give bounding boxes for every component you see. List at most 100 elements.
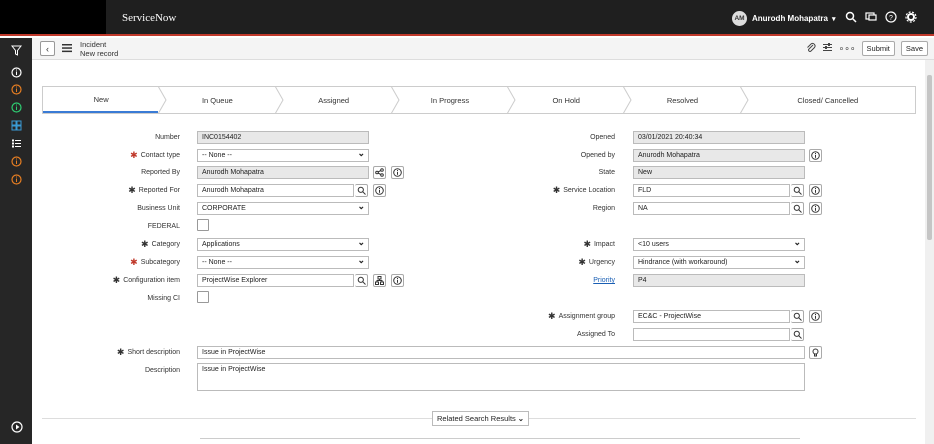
bottom-divider <box>200 438 800 439</box>
assigned-to-field[interactable] <box>633 328 790 341</box>
play-icon[interactable] <box>10 420 23 433</box>
flow-step-resolved: Resolved <box>624 86 749 114</box>
scrollbar-thumb[interactable] <box>927 75 932 240</box>
assignment-group-field[interactable]: EC&C - ProjectWise <box>633 310 790 323</box>
opened-by-field[interactable]: Anurodh Mohapatra <box>633 149 805 162</box>
configuration-item-label: ✱ Configuration item <box>112 275 180 285</box>
user-menu[interactable]: AM Anurodh Mohapatra ▾ <box>732 11 836 26</box>
assignment-group-search-icon[interactable] <box>791 310 804 323</box>
state-label: State <box>598 169 615 176</box>
subcategory-select[interactable]: -- None -- <box>197 255 369 269</box>
flow-step-on-hold: On Hold <box>508 86 632 114</box>
top-bar: ServiceNow AM Anurodh Mohapatra ▾ ? <box>0 0 934 36</box>
short-description-label: ✱ Short description <box>116 347 180 357</box>
info-icon-orange-2[interactable] <box>10 155 23 168</box>
opened-field[interactable]: 03/01/2021 20:40:34 <box>633 131 805 144</box>
flow-step-closed: Closed/ Cancelled <box>797 95 859 105</box>
service-location-field[interactable]: FLD <box>633 184 790 197</box>
left-navigation <box>0 38 32 444</box>
impact-select[interactable]: <10 users <box>633 237 805 251</box>
process-flow: New In Queue Assigned In Progress On Hol… <box>42 86 916 114</box>
svg-text:?: ? <box>889 15 893 22</box>
assigned-to-label: Assigned To <box>576 331 615 338</box>
service-location-info-icon[interactable] <box>809 184 822 197</box>
missing-ci-checkbox[interactable] <box>197 291 209 303</box>
logo-area <box>0 0 106 34</box>
reported-by-info-icon[interactable] <box>391 166 404 179</box>
info-icon-orange-3[interactable] <box>10 173 23 186</box>
chevron-down-icon: ▾ <box>832 15 836 23</box>
configuration-item-info-icon[interactable] <box>391 274 404 287</box>
filter-icon[interactable] <box>10 44 23 57</box>
priority-label: Priority <box>520 274 615 287</box>
user-name: Anurodh Mohapatra <box>752 14 828 23</box>
assignment-group-info-icon[interactable] <box>809 310 822 323</box>
record-title: Incident New record <box>80 40 118 58</box>
grid-icon[interactable] <box>10 119 23 132</box>
avatar: AM <box>732 11 747 26</box>
configuration-item-field[interactable]: ProjectWise Explorer <box>197 274 354 287</box>
business-unit-label: Business Unit <box>137 205 180 212</box>
service-location-label: ✱ Service Location <box>552 185 615 195</box>
save-button[interactable]: Save <box>900 41 928 56</box>
opened-by-info-icon[interactable] <box>809 149 822 162</box>
category-select[interactable]: Applications <box>197 237 369 251</box>
reported-by-field[interactable]: Anurodh Mohapatra <box>197 166 369 179</box>
urgency-select[interactable]: Hindrance (with workaround) <box>633 255 805 269</box>
chat-icon[interactable] <box>864 10 878 24</box>
contact-type-label: ✱ Contact type <box>130 150 180 160</box>
federal-checkbox[interactable] <box>197 219 209 231</box>
flow-step-in-progress: In Progress <box>392 86 516 114</box>
brand-name[interactable]: ServiceNow <box>122 12 176 24</box>
priority-field[interactable]: P4 <box>633 274 805 287</box>
info-icon[interactable] <box>10 66 23 79</box>
description-textarea[interactable]: Issue in ProjectWise <box>197 363 805 391</box>
assigned-to-search-icon[interactable] <box>791 328 804 341</box>
lightbulb-icon[interactable] <box>809 346 822 359</box>
record-header: ‹ Incident New record ∘∘∘ Submit Save <box>32 38 934 60</box>
urgency-label: ✱ Urgency <box>578 257 615 267</box>
info-icon-green[interactable] <box>10 101 23 114</box>
back-button[interactable]: ‹ <box>40 41 55 56</box>
federal-label: FEDERAL <box>147 223 180 230</box>
impact-label: ✱ Impact <box>583 239 615 249</box>
assignment-group-label: ✱ Assignment group <box>548 311 615 321</box>
region-search-icon[interactable] <box>791 202 804 215</box>
flow-step-assigned: Assigned <box>276 86 400 114</box>
short-description-field[interactable]: Issue in ProjectWise <box>197 346 805 359</box>
record-state: New record <box>80 49 119 58</box>
reported-for-field[interactable]: Anurodh Mohapatra <box>197 184 354 197</box>
record-type: Incident <box>80 40 107 49</box>
reported-for-info-icon[interactable] <box>373 184 386 197</box>
region-info-icon[interactable] <box>809 202 822 215</box>
number-field[interactable]: INC0154402 <box>197 131 369 144</box>
region-label: Region <box>592 205 615 212</box>
list-icon[interactable] <box>10 137 23 150</box>
ci-map-icon[interactable] <box>373 274 386 287</box>
reported-for-search-icon[interactable] <box>355 184 368 197</box>
flow-step-new: New <box>43 86 167 114</box>
configuration-item-search-icon[interactable] <box>355 274 368 287</box>
business-unit-select[interactable]: CORPORATE <box>197 201 369 215</box>
state-field[interactable]: New <box>633 166 805 179</box>
region-field[interactable]: NA <box>633 202 790 215</box>
search-icon[interactable] <box>844 10 858 24</box>
opened-by-label: Opened by <box>580 152 615 159</box>
description-label: Description <box>144 367 180 374</box>
attachment-icon[interactable] <box>805 42 816 55</box>
priority-link[interactable]: Priority <box>593 277 615 284</box>
reported-for-label: ✱ Reported For <box>128 185 180 195</box>
gear-icon[interactable] <box>904 10 918 24</box>
settings-sliders-icon[interactable] <box>822 42 833 55</box>
service-location-search-icon[interactable] <box>791 184 804 197</box>
more-icon[interactable]: ∘∘∘ <box>839 43 856 54</box>
hierarchy-icon[interactable] <box>373 166 386 179</box>
category-label: ✱ Category <box>141 239 180 249</box>
help-icon[interactable]: ? <box>884 10 898 24</box>
info-icon-orange[interactable] <box>10 83 23 96</box>
related-search-results-toggle[interactable]: Related Search Results ⌄ <box>432 411 530 426</box>
contact-type-select[interactable]: -- None -- <box>197 148 369 162</box>
missing-ci-label: Missing CI <box>147 295 180 302</box>
menu-icon[interactable] <box>61 42 73 54</box>
submit-button[interactable]: Submit <box>861 41 895 56</box>
